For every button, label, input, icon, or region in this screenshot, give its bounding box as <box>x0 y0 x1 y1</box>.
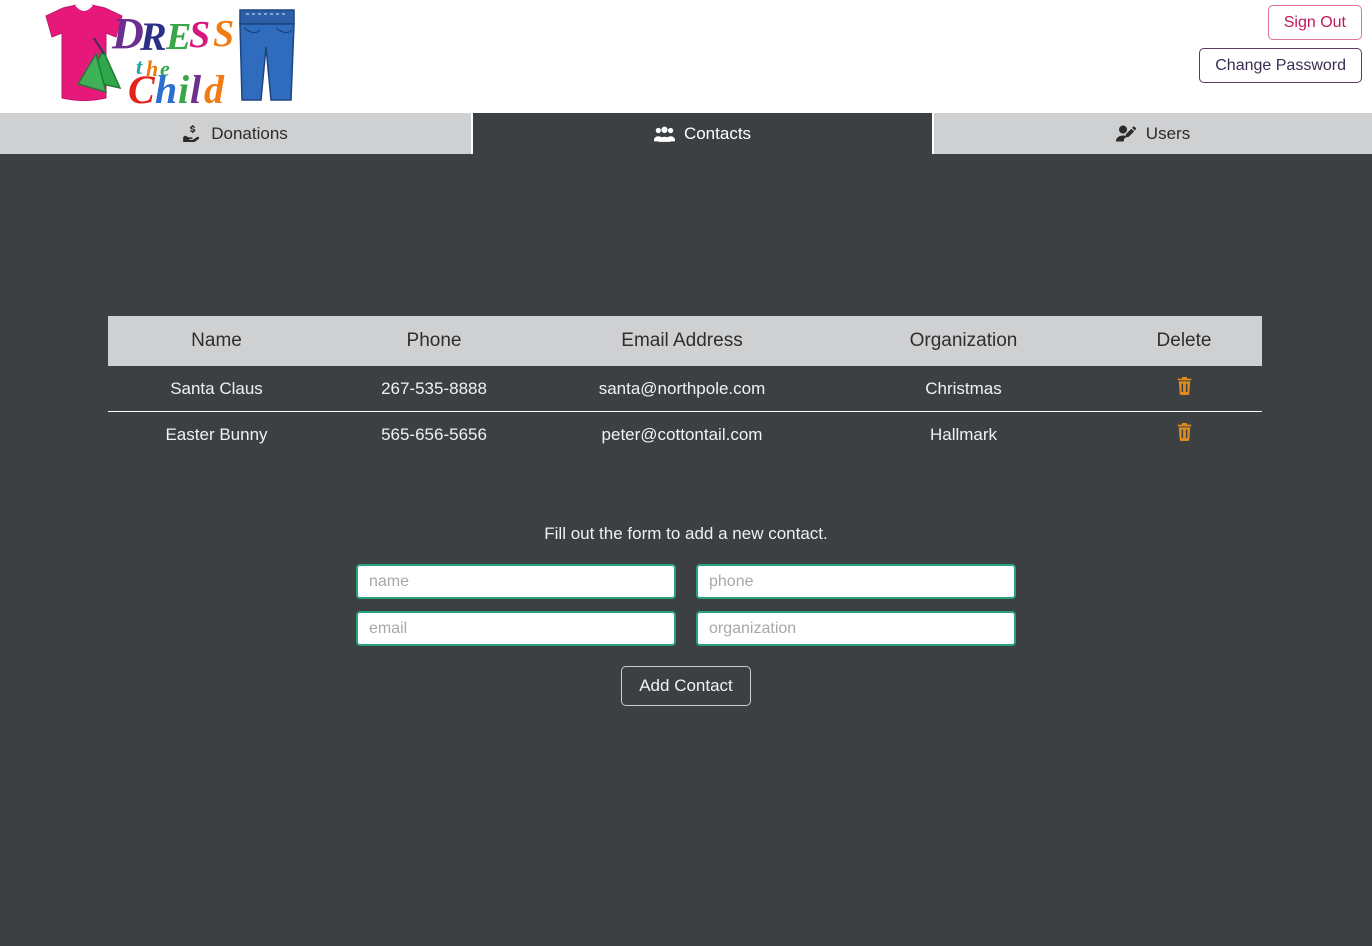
main-tab-bar: Donations Contacts Users <box>0 113 1372 154</box>
svg-text:C: C <box>128 67 156 108</box>
contacts-table: Name Phone Email Address Organization De… <box>108 316 1262 457</box>
logo-word-dress: D R E S S <box>111 9 234 59</box>
svg-text:R: R <box>139 14 167 59</box>
name-input[interactable] <box>356 564 676 599</box>
cell-name: Santa Claus <box>108 366 325 412</box>
cell-email: santa@northpole.com <box>543 366 821 412</box>
cell-delete <box>1106 412 1262 458</box>
table-row: Easter Bunny 565-656-5656 peter@cottonta… <box>108 412 1262 458</box>
logo-artwork: D R E S S t h e C h i l d <box>45 4 295 108</box>
add-contact-form: Fill out the form to add a new contact. … <box>0 524 1372 706</box>
cell-phone: 267-535-8888 <box>325 366 543 412</box>
trash-icon <box>1177 423 1192 441</box>
svg-text:E: E <box>165 16 191 58</box>
contacts-table-container: Name Phone Email Address Organization De… <box>108 316 1262 457</box>
svg-text:D: D <box>111 9 144 58</box>
change-password-button[interactable]: Change Password <box>1199 48 1362 84</box>
site-logo[interactable]: D R E S S t h e C h i l d <box>8 2 298 108</box>
svg-text:d: d <box>204 67 225 108</box>
organization-input[interactable] <box>696 611 1016 646</box>
tab-users-label: Users <box>1145 123 1191 143</box>
column-header-name: Name <box>191 330 242 351</box>
column-header-phone: Phone <box>406 330 462 351</box>
delete-contact-button[interactable] <box>1177 423 1192 441</box>
cell-email: peter@cottontail.com <box>601 424 763 444</box>
cell-organization: Christmas <box>821 366 1106 412</box>
email-input[interactable] <box>356 611 676 646</box>
tab-contacts[interactable]: Contacts <box>473 113 932 154</box>
svg-text:i: i <box>178 67 189 108</box>
sign-out-button[interactable]: Sign Out <box>1267 5 1362 41</box>
page-header: D R E S S t h e C h i l d Sign Out Chang… <box>0 0 1372 113</box>
add-contact-button[interactable]: Add Contact <box>621 666 751 706</box>
form-fields <box>356 564 1016 646</box>
tab-users[interactable]: Users <box>934 113 1372 154</box>
svg-text:S: S <box>213 13 234 55</box>
trash-icon <box>1177 377 1192 395</box>
cell-phone: 565-656-5656 <box>381 424 487 444</box>
cell-delete <box>1106 366 1262 412</box>
hand-holding-dollar-icon <box>183 125 202 142</box>
phone-input[interactable] <box>696 564 1016 599</box>
table-head: Name Phone Email Address Organization De… <box>108 316 1262 366</box>
column-header-email: Email Address <box>621 330 743 351</box>
main-content: Name Phone Email Address Organization De… <box>0 154 1372 946</box>
tab-donations-label: Donations <box>211 123 288 143</box>
column-header-delete: Delete <box>1156 330 1212 351</box>
table-row: Santa Claus 267-535-8888 santa@northpole… <box>108 366 1262 412</box>
svg-text:S: S <box>189 14 210 56</box>
delete-contact-button[interactable] <box>1177 377 1192 395</box>
column-header-organization: Organization <box>909 330 1018 351</box>
svg-text:h: h <box>155 67 177 108</box>
logo-word-child: C h i l d <box>128 67 225 108</box>
users-group-icon <box>653 126 675 142</box>
cell-organization: Hallmark <box>929 424 998 444</box>
user-edit-icon <box>1115 125 1137 142</box>
svg-text:l: l <box>190 67 202 108</box>
table-header-row: Name Phone Email Address Organization De… <box>108 316 1262 366</box>
jeans-graphic <box>239 9 295 101</box>
form-caption: Fill out the form to add a new contact. <box>544 524 828 543</box>
table-body: Santa Claus 267-535-8888 santa@northpole… <box>108 366 1262 457</box>
header-actions: Sign Out Change Password <box>1199 5 1362 84</box>
tab-contacts-label: Contacts <box>683 123 752 143</box>
cell-name: Easter Bunny <box>165 424 268 444</box>
tab-donations[interactable]: Donations <box>0 113 471 154</box>
